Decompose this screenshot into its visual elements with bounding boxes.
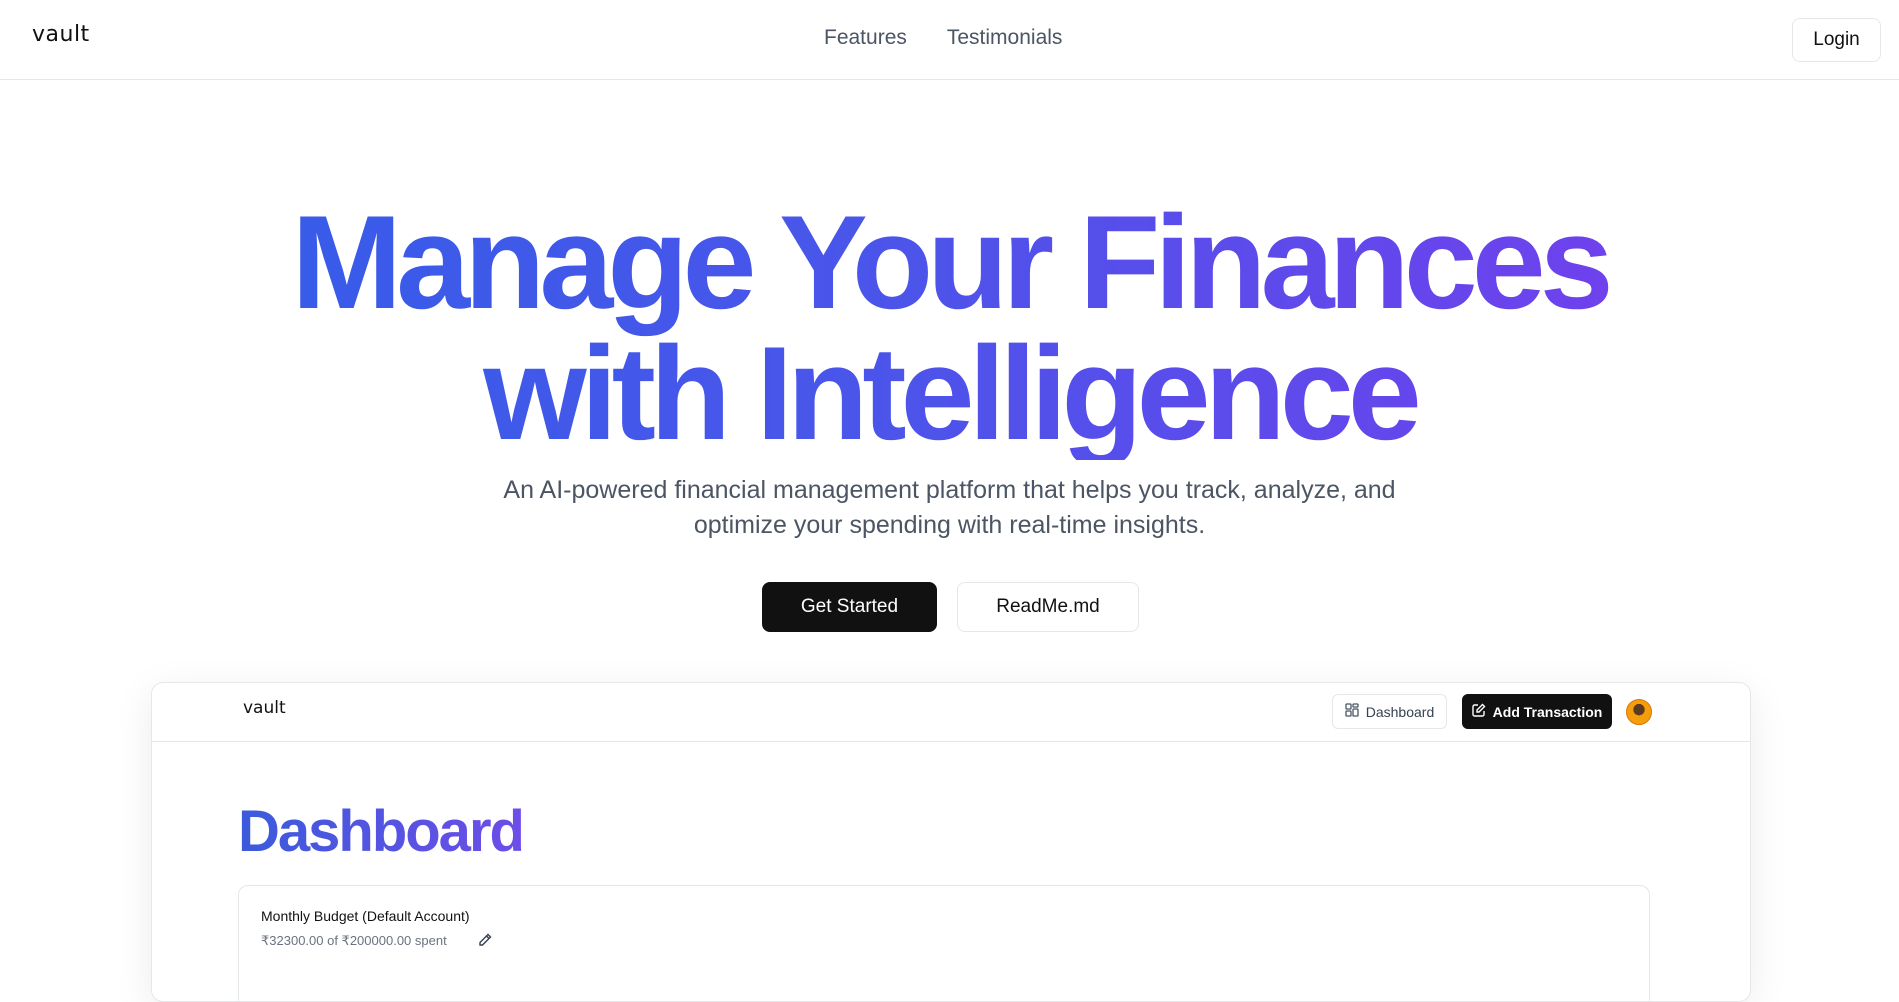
nav-links: Features Testimonials	[824, 26, 1062, 50]
add-transaction-button[interactable]: Add Transaction	[1462, 694, 1612, 729]
edit-icon	[1471, 703, 1486, 720]
user-avatar[interactable]	[1626, 699, 1652, 725]
monthly-budget-card: Monthly Budget (Default Account) ₹32300.…	[238, 885, 1650, 1001]
hero-title-line-1: Manage Your Finances	[291, 189, 1608, 337]
pencil-icon[interactable]	[477, 932, 493, 948]
dashboard-button[interactable]: Dashboard	[1332, 694, 1447, 729]
add-transaction-label: Add Transaction	[1492, 703, 1603, 720]
brand-logo[interactable]: vault	[32, 22, 90, 47]
top-navbar: vault Features Testimonials Login	[0, 0, 1899, 80]
budget-spent-text: ₹32300.00 of ₹200000.00 spent	[261, 933, 447, 948]
budget-title: Monthly Budget (Default Account)	[261, 908, 470, 924]
layout-grid-icon	[1345, 703, 1359, 720]
readme-button[interactable]: ReadMe.md	[957, 582, 1139, 632]
preview-navbar: vault Dashboard Add Transaction	[152, 683, 1750, 742]
dashboard-button-label: Dashboard	[1365, 703, 1435, 720]
hero-title: Manage Your Finances with Intelligence	[0, 198, 1899, 460]
dashboard-preview: vault Dashboard Add Transaction Dashboar…	[151, 682, 1751, 1002]
hero-subtitle: An AI-powered financial management platf…	[503, 476, 1396, 539]
get-started-button[interactable]: Get Started	[762, 582, 937, 632]
nav-link-features[interactable]: Features	[824, 26, 907, 50]
hero-title-line-2: with Intelligence	[483, 320, 1416, 468]
dashboard-heading: Dashboard	[238, 799, 525, 864]
login-button[interactable]: Login	[1792, 18, 1881, 62]
nav-link-testimonials[interactable]: Testimonials	[947, 26, 1063, 50]
preview-brand-logo[interactable]: vault	[243, 698, 286, 718]
